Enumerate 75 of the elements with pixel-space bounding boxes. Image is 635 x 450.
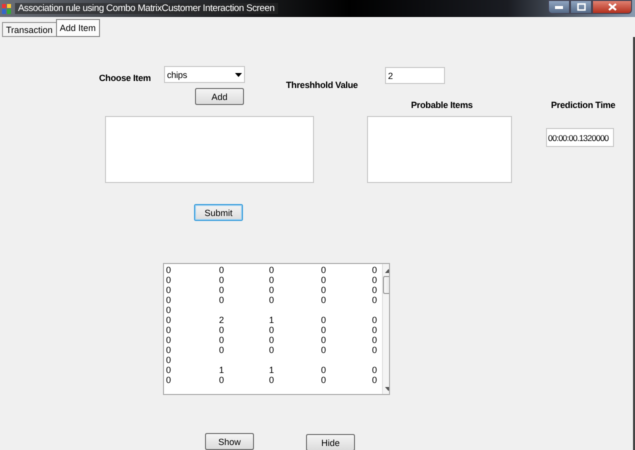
input-field[interactable]: 00:00:00.1320000 xyxy=(546,128,614,147)
list-cell-text: 0 xyxy=(372,275,378,285)
list-cell-text: 0 xyxy=(166,345,172,355)
list-cell-text: 0 xyxy=(269,265,275,275)
maximize-icon xyxy=(576,3,586,11)
list-cell-text: 0 xyxy=(321,275,327,285)
list-cell-text: 2 xyxy=(219,315,225,325)
field-label: Choose Item xyxy=(99,73,151,83)
maximize-button[interactable] xyxy=(570,0,592,14)
list-cell-text: 0 xyxy=(372,295,378,305)
button[interactable]: Hide xyxy=(306,434,355,450)
matrix-list[interactable]: 0 0 0 0 0 0 0 0 0 0 0 0 0 0 0 0 0 0 0 0 0 0 2 1 0 0 0 0 0 0 0 0 0 0 0 0 0 0 0 0 0 0 0 1 1 0 0 0 0 0 0 0 xyxy=(163,263,390,395)
list-cell-text: 0 xyxy=(269,285,275,295)
list-cell-text: 0 xyxy=(269,375,275,385)
list-cell-text: 0 xyxy=(321,345,327,355)
close-icon xyxy=(608,3,616,11)
list-cell-text: 0 xyxy=(372,345,378,355)
close-button[interactable] xyxy=(592,0,632,14)
list-cell-text: 0 xyxy=(372,285,378,295)
list-cell-text: 0 xyxy=(166,325,172,335)
list-cell-text: 0 xyxy=(372,335,378,345)
list-cell-text: 0 xyxy=(321,315,327,325)
list-cell-text: 0 xyxy=(219,275,225,285)
caret-icon xyxy=(235,72,242,76)
list-cell-text: 0 xyxy=(269,295,275,305)
list-cell-text: 0 xyxy=(219,285,225,295)
tab[interactable]: Add Item xyxy=(56,19,100,37)
list-cell-text: 0 xyxy=(219,335,225,345)
list-cell-text: 0 xyxy=(166,275,172,285)
list-cell-text: 0 xyxy=(219,295,225,305)
list-cell-text: 1 xyxy=(269,315,275,325)
list-cell-text: 0 xyxy=(166,355,172,365)
list-cell-text: 0 xyxy=(269,335,275,345)
field-label: Probable Items xyxy=(411,100,473,110)
list-cell-text: 0 xyxy=(166,265,172,275)
list-cell-text: 0 xyxy=(372,365,378,375)
item-dropdown[interactable]: chips xyxy=(164,66,245,83)
list-cell-text: 0 xyxy=(321,335,327,345)
list-cell-text: 0 xyxy=(166,285,172,295)
minimize-button[interactable] xyxy=(548,0,570,14)
list-cell-text: 0 xyxy=(166,295,172,305)
list-cell-text: 0 xyxy=(166,335,172,345)
list-cell-text: 0 xyxy=(219,265,225,275)
list-cell-text: 0 xyxy=(372,265,378,275)
minimize-icon xyxy=(555,6,563,8)
button[interactable]: Show xyxy=(205,433,254,450)
button[interactable]: Submit xyxy=(194,204,243,221)
list-cell-text: 0 xyxy=(321,365,327,375)
list-cell-text: 0 xyxy=(321,265,327,275)
list-cell-text: 0 xyxy=(321,295,327,305)
list-cell-text: 0 xyxy=(166,315,172,325)
list-cell-text: 0 xyxy=(219,345,225,355)
list-cell-text: 0 xyxy=(321,325,327,335)
list-cell-text: 0 xyxy=(166,375,172,385)
list-cell-text: 0 xyxy=(269,325,275,335)
field-label: Threshhold Value xyxy=(286,80,358,90)
list-cell-text: 0 xyxy=(372,375,378,385)
list-cell-text: 0 xyxy=(166,365,172,375)
list-cell-text: 0 xyxy=(321,285,327,295)
list-cell-text: 1 xyxy=(269,365,275,375)
list-cell-text: 0 xyxy=(321,375,327,385)
button[interactable]: Add xyxy=(195,88,244,105)
app-icon xyxy=(2,4,11,14)
tab[interactable]: Transaction xyxy=(2,22,57,37)
list-cell-text: 0 xyxy=(219,325,225,335)
input-field[interactable]: 2 xyxy=(385,67,445,84)
list-cell-text: 1 xyxy=(219,365,225,375)
window-title: Association rule using Combo MatrixCustomer Interaction Screen xyxy=(15,3,278,14)
list-cell-text: 0 xyxy=(372,325,378,335)
list-cell-text: 0 xyxy=(269,275,275,285)
field-label: Prediction Time xyxy=(551,100,616,110)
list-cell-text: 0 xyxy=(269,345,275,355)
list-cell-text: 0 xyxy=(372,315,378,325)
list-cell-text: 0 xyxy=(219,375,225,385)
list-cell-text: 0 xyxy=(166,305,172,315)
